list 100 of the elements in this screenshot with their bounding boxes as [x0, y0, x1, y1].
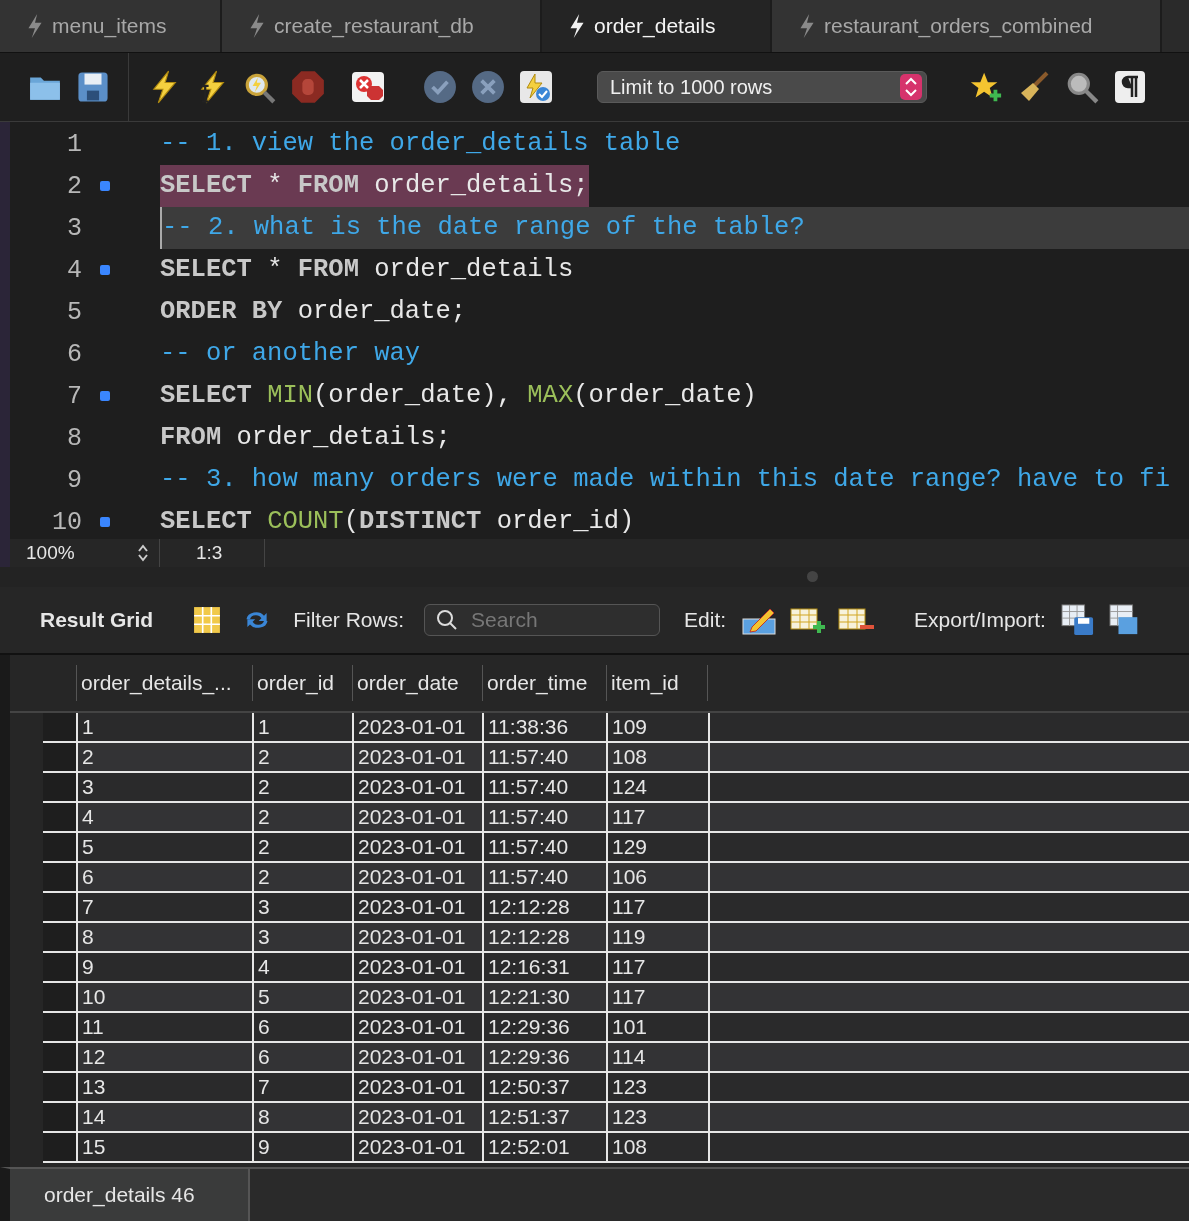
- table-cell: 108: [606, 1133, 708, 1161]
- table-cell: 114: [606, 1043, 708, 1071]
- save-icon[interactable]: [76, 70, 110, 104]
- export-import-label: Export/Import:: [914, 608, 1046, 632]
- line-number: 8: [66, 423, 82, 453]
- auto-commit-icon[interactable]: [519, 70, 553, 104]
- checkmark-icon[interactable]: [423, 70, 457, 104]
- editor-tab[interactable]: order_details: [542, 0, 772, 52]
- lightning-icon: [568, 14, 586, 38]
- line-number: 10: [51, 507, 82, 537]
- table-cell: 117: [606, 983, 708, 1011]
- table-cell: 117: [606, 803, 708, 831]
- table-cell: 6: [252, 1013, 352, 1041]
- column-header[interactable]: order_details_...: [76, 665, 252, 701]
- table-cell: 106: [606, 863, 708, 891]
- table-cell: 6: [252, 1043, 352, 1071]
- table-cell: 2023-01-01: [352, 833, 482, 861]
- table-cell: 2023-01-01: [352, 1013, 482, 1041]
- pilcrow-icon[interactable]: [1113, 70, 1147, 104]
- grid-columns-icon[interactable]: [193, 606, 222, 634]
- table-cell: 1: [252, 713, 352, 741]
- code-line: -- 3. how many orders were made within this date range? have to fi: [160, 464, 1170, 496]
- column-header[interactable]: item_id: [606, 665, 708, 701]
- table-cell: 2023-01-01: [352, 713, 482, 741]
- statement-marker-icon: [100, 181, 110, 191]
- table-cell: 2023-01-01: [352, 803, 482, 831]
- code-line: FROM order_details;: [160, 422, 451, 454]
- table-cell: 1: [76, 713, 252, 741]
- table-cell: 4: [252, 953, 352, 981]
- editor-tab[interactable]: menu_items: [0, 0, 222, 52]
- statement-marker-icon: [100, 517, 110, 527]
- table-cell: 2: [252, 833, 352, 861]
- table-cell: 11: [76, 1013, 252, 1041]
- editor-tab[interactable]: restaurant_orders_combined: [772, 0, 1162, 52]
- table-cell: 7: [76, 893, 252, 921]
- table-cell: 12:21:30: [482, 983, 606, 1011]
- column-header[interactable]: order_time: [482, 665, 606, 701]
- table-cell: 2023-01-01: [352, 893, 482, 921]
- table-cell: 2023-01-01: [352, 743, 482, 771]
- filter-rows-label: Filter Rows:: [293, 608, 405, 632]
- code-line: -- or another way: [160, 338, 421, 370]
- table-cell: 11:38:36: [482, 713, 606, 741]
- column-header[interactable]: order_id: [252, 665, 352, 701]
- table-cell: 12:52:01: [482, 1133, 606, 1161]
- table-cell: 123: [606, 1073, 708, 1101]
- code-line: SELECT MIN(order_date), MAX(order_date): [160, 380, 757, 412]
- table-cell: 12:12:28: [482, 893, 606, 921]
- table-cell: 2: [252, 743, 352, 771]
- line-number: 5: [66, 297, 82, 327]
- edit-label: Edit:: [684, 608, 727, 632]
- table-cell: 8: [76, 923, 252, 951]
- table-cell: 12:50:37: [482, 1073, 606, 1101]
- table-cell: 11:57:40: [482, 743, 606, 771]
- code-line: SELECT * FROM order_details: [160, 254, 574, 286]
- statement-marker-icon: [100, 265, 110, 275]
- table-cell: 12:29:36: [482, 1043, 606, 1071]
- table-cell: 2: [76, 743, 252, 771]
- table-cell: 129: [606, 833, 708, 861]
- stop-hand-icon[interactable]: [291, 70, 325, 104]
- code-line: ORDER BY order_date;: [160, 296, 467, 328]
- table-cell: 3: [252, 923, 352, 951]
- lightning-icon: [798, 14, 816, 38]
- table-cell: 11:57:40: [482, 833, 606, 861]
- line-number: 3: [66, 213, 82, 243]
- table-cell: 2: [252, 803, 352, 831]
- table-cell: 9: [76, 953, 252, 981]
- column-header[interactable]: order_date: [352, 665, 482, 701]
- stop-error-icon[interactable]: [351, 70, 385, 104]
- table-cell: 2023-01-01: [352, 863, 482, 891]
- table-cell: 2023-01-01: [352, 953, 482, 981]
- export-icon[interactable]: [1059, 604, 1096, 636]
- result-tab[interactable]: order_details 46: [10, 1169, 250, 1221]
- line-number: 9: [66, 465, 82, 495]
- editor-tab[interactable]: create_restaurant_db: [222, 0, 542, 52]
- table-cell: 9: [252, 1133, 352, 1161]
- table-cell: 109: [606, 713, 708, 741]
- table-cell: 2023-01-01: [352, 1103, 482, 1131]
- table-cell: 101: [606, 1013, 708, 1041]
- close-icon[interactable]: [471, 70, 505, 104]
- code-line: -- 1. view the order_details table: [160, 128, 681, 160]
- code-line: SELECT COUNT(DISTINCT order_id): [160, 506, 635, 538]
- table-cell: 2023-01-01: [352, 773, 482, 801]
- table-cell: 7: [252, 1073, 352, 1101]
- splitter-handle[interactable]: [807, 571, 818, 582]
- line-number: 2: [66, 171, 82, 201]
- table-cell: 12:51:37: [482, 1103, 606, 1131]
- search-field[interactable]: Search: [424, 604, 661, 636]
- table-cell: 11:57:40: [482, 803, 606, 831]
- table-cell: 4: [76, 803, 252, 831]
- table-cell: 14: [76, 1103, 252, 1131]
- table-cell: 5: [252, 983, 352, 1011]
- table-cell: 108: [606, 743, 708, 771]
- lightning-icon: [26, 14, 44, 38]
- limit-select[interactable]: Limit to 1000 rows: [597, 71, 927, 103]
- lightning-icon: [248, 14, 266, 38]
- search-icon: [436, 609, 459, 631]
- line-number: 4: [66, 255, 82, 285]
- table-cell: 2: [252, 863, 352, 891]
- table-cell: 3: [76, 773, 252, 801]
- search-icon[interactable]: [1065, 70, 1099, 104]
